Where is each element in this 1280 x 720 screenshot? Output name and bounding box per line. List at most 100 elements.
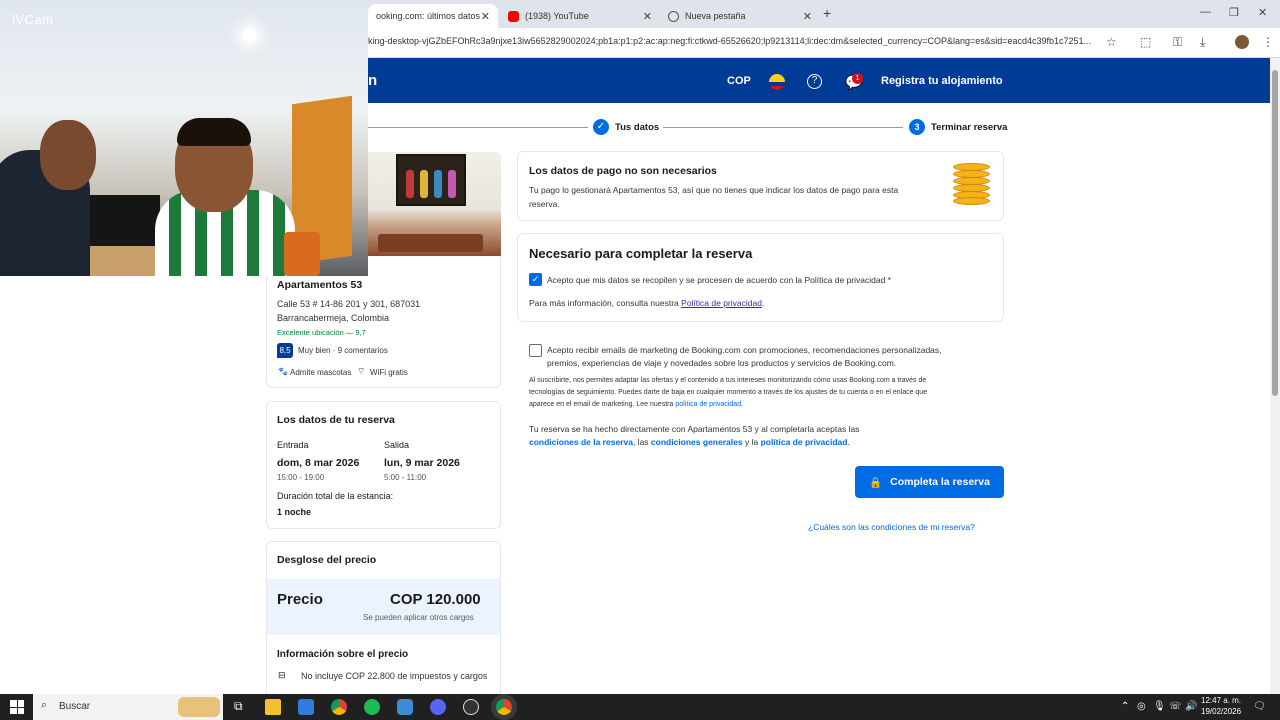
duration-value: 1 noche bbox=[277, 507, 312, 517]
scrollbar-thumb[interactable] bbox=[1272, 70, 1278, 396]
privacy-policy-link[interactable]: Política de privacidad bbox=[681, 298, 762, 308]
price-note: Se pueden aplicar otros cargos bbox=[363, 613, 474, 622]
windows-taskbar: ⌕ Buscar ⧉ ⌃ ◎ 🎙 ☏ 🔊 12:47 a. m. 19/02/2… bbox=[0, 694, 1280, 720]
lock-icon: 🔒 bbox=[869, 476, 883, 489]
tab-booking-label: ooking.com: últimos datos bbox=[376, 11, 481, 21]
currency-selector[interactable]: COP bbox=[727, 75, 751, 87]
colombia-flag-icon[interactable] bbox=[769, 74, 785, 90]
url-field[interactable]: king-desktop-vjGZbEFOhRc3a9njxe13iw56528… bbox=[368, 36, 1098, 46]
location-score: Excelente ubicación — 9,7 bbox=[277, 328, 366, 337]
general-conditions-link[interactable]: condiciones generales bbox=[651, 437, 743, 447]
privacy-policy-link[interactable]: política de privacidad bbox=[675, 401, 741, 408]
tab-new[interactable]: Nueva pestaña ✕ bbox=[660, 4, 820, 28]
checkin-date: dom, 8 mar 2026 bbox=[277, 457, 360, 469]
terms-sep-2: y la bbox=[744, 437, 759, 447]
extensions-icon[interactable]: ⬚ bbox=[1140, 35, 1151, 49]
taskbar-search-label: Buscar bbox=[59, 701, 91, 712]
close-icon[interactable]: ✕ bbox=[803, 10, 812, 23]
tab-youtube[interactable]: (1938) YouTube ✕ bbox=[500, 4, 660, 28]
property-city: Barrancabermeja, Colombia bbox=[277, 313, 390, 323]
page-scrollbar[interactable] bbox=[1270, 58, 1280, 694]
marketing-text-2: premios, experiencias de viaje y novedad… bbox=[547, 358, 897, 368]
pets-icon: 🐾 bbox=[278, 367, 288, 376]
register-property-link[interactable]: Registra tu alojamiento bbox=[881, 75, 1003, 87]
volume-icon[interactable]: 🔊 bbox=[1185, 701, 1197, 712]
password-key-icon[interactable]: ⚿ bbox=[1173, 35, 1182, 50]
new-tab-icon[interactable]: + bbox=[823, 5, 831, 21]
ceiling-light bbox=[243, 28, 257, 42]
checkout-label: Salida bbox=[384, 440, 410, 450]
amenity-wifi: WiFi gratis bbox=[370, 368, 408, 377]
progress-line bbox=[663, 127, 903, 128]
property-address: Calle 53 # 14-86 201 y 301, 687031 bbox=[277, 299, 421, 309]
chrome-icon bbox=[668, 10, 679, 22]
price-breakdown-title: Desglose del precio bbox=[277, 554, 377, 566]
profile-avatar[interactable] bbox=[1235, 35, 1249, 49]
notifications-icon[interactable]: 🗨 bbox=[1253, 701, 1266, 712]
privacy-checkbox[interactable]: ✓ bbox=[529, 273, 542, 286]
marketing-fine-print: Al suscribirte, nos permites adaptar las… bbox=[529, 377, 927, 384]
amenity-pets: Admite mascotas bbox=[290, 368, 352, 377]
spotify-icon[interactable] bbox=[364, 699, 380, 715]
payment-notice-title: Los datos de pago no son necesarios bbox=[529, 165, 717, 177]
coins-icon bbox=[953, 163, 990, 205]
download-icon[interactable]: ⤓ bbox=[1200, 35, 1205, 50]
app-icon[interactable] bbox=[397, 699, 413, 715]
drink-can bbox=[284, 232, 320, 276]
privacy-consent-text: Acepto que mis datos se recopilen y se p… bbox=[547, 275, 891, 285]
checkin-label: Entrada bbox=[277, 440, 309, 450]
property-photo[interactable] bbox=[368, 152, 501, 256]
restore-icon[interactable]: ❐ bbox=[1229, 6, 1239, 19]
step-label-tus-datos: Tus datos bbox=[615, 122, 660, 133]
tray-icon[interactable]: ◎ bbox=[1137, 701, 1146, 712]
payment-notice-text-2: reserva. bbox=[529, 199, 560, 209]
booking-conditions-link[interactable]: condiciones de la reserva bbox=[529, 437, 633, 447]
webcam-label: iVCam bbox=[12, 12, 54, 27]
chevron-up-icon[interactable]: ⌃ bbox=[1121, 701, 1129, 712]
marketing-checkbox[interactable] bbox=[529, 344, 542, 357]
person-right-hair bbox=[177, 118, 251, 146]
sofa-image bbox=[378, 234, 483, 252]
booking-details-title: Los datos de tu reserva bbox=[277, 414, 395, 426]
booking-logo[interactable]: n bbox=[368, 72, 377, 89]
chrome-active-icon[interactable] bbox=[496, 699, 512, 715]
step-complete-check-icon: ✓ bbox=[593, 119, 609, 135]
discord-icon[interactable] bbox=[430, 699, 446, 715]
progress-line bbox=[368, 127, 588, 128]
checkin-time: 15:00 - 19:00 bbox=[277, 473, 325, 482]
menu-icon[interactable]: ⋮ bbox=[1262, 35, 1274, 49]
taskbar-search[interactable]: ⌕ Buscar bbox=[33, 694, 223, 720]
app-icon-2[interactable] bbox=[463, 699, 479, 715]
help-icon[interactable]: ? bbox=[807, 74, 822, 89]
payment-notice-text: Tu pago lo gestionará Apartamentos 53, a… bbox=[529, 185, 899, 195]
wifi-icon: ⌔ bbox=[357, 366, 366, 376]
close-icon[interactable]: ✕ bbox=[481, 10, 490, 23]
price-amount: COP 120.000 bbox=[390, 591, 481, 608]
network-icon[interactable]: ☏ bbox=[1169, 701, 1182, 712]
microphone-icon[interactable]: 🎙 bbox=[1153, 701, 1166, 712]
terms-text: Tu reserva se ha hecho directamente con … bbox=[529, 424, 860, 434]
property-name: Apartamentos 53 bbox=[277, 279, 363, 291]
tab-youtube-label: (1938) YouTube bbox=[525, 11, 589, 21]
person-left-head bbox=[40, 120, 96, 190]
tab-booking[interactable]: ooking.com: últimos datos ✕ bbox=[368, 4, 498, 28]
complete-booking-button[interactable]: 🔒 Completa la reserva bbox=[855, 466, 1004, 498]
minimize-icon[interactable]: — bbox=[1200, 6, 1211, 18]
tax-info-icon: ⊟ bbox=[278, 670, 286, 680]
more-info-suffix: . bbox=[761, 298, 765, 308]
privacy-policy-link[interactable]: política de privacidad bbox=[761, 437, 848, 447]
task-view-icon[interactable]: ⧉ bbox=[234, 699, 243, 714]
window-close-icon[interactable]: ✕ bbox=[1258, 6, 1267, 19]
price-label: Precio bbox=[277, 591, 323, 608]
price-info-title: Información sobre el precio bbox=[277, 649, 409, 660]
windows-start-icon[interactable] bbox=[10, 700, 24, 714]
close-icon[interactable]: ✕ bbox=[643, 10, 652, 23]
store-icon[interactable] bbox=[298, 699, 314, 715]
chrome-icon[interactable] bbox=[331, 699, 347, 715]
file-explorer-icon[interactable] bbox=[265, 699, 281, 715]
taskbar-clock[interactable]: 12:47 a. m. 19/02/2026 bbox=[1201, 695, 1241, 717]
booking-conditions-question-link[interactable]: ¿Cuáles son las condiciones de mi reserv… bbox=[808, 522, 975, 532]
duration-label: Duración total de la estancia: bbox=[277, 491, 394, 501]
star-icon[interactable]: ☆ bbox=[1106, 35, 1117, 49]
fine3-prefix: aparece en el email de marketing. Lee nu… bbox=[529, 401, 674, 408]
